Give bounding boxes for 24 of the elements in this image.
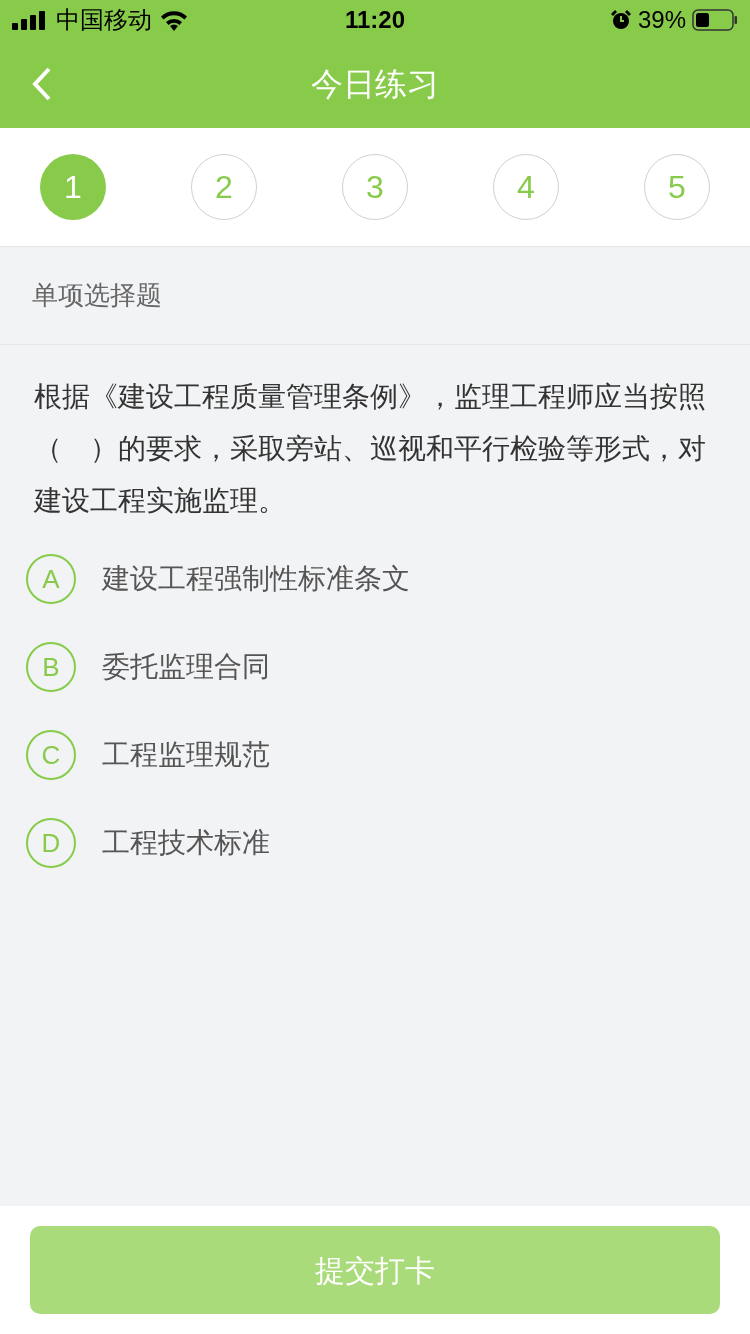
carrier-name: 中国移动 bbox=[56, 5, 152, 35]
question-number-tab[interactable]: 2 bbox=[191, 154, 257, 220]
clock-time: 11:20 bbox=[344, 5, 406, 35]
option-text[interactable]: 工程技术标准 bbox=[102, 822, 270, 864]
signal-icon bbox=[12, 10, 48, 30]
battery-icon bbox=[692, 9, 738, 31]
question-type: 单项选择题 bbox=[32, 279, 162, 312]
option-letter[interactable]: B bbox=[26, 642, 76, 692]
question-number-tab[interactable]: 5 bbox=[644, 154, 710, 220]
question-number-tab[interactable]: 1 bbox=[40, 154, 106, 220]
option-letter[interactable]: A bbox=[26, 554, 76, 604]
alarm-icon bbox=[609, 9, 632, 31]
option-text[interactable]: 委托监理合同 bbox=[102, 646, 270, 688]
question-text: 根据《建设工程质量管理条例》，监理工程师应当按照（ ）的要求，采取旁站、巡视和平行检验等形式，对建设工程实施监理。 bbox=[32, 380, 707, 518]
question-number-tab[interactable]: 4 bbox=[493, 154, 559, 220]
option-letter[interactable]: D bbox=[26, 818, 76, 868]
question-number-tab[interactable]: 3 bbox=[342, 154, 408, 220]
option-text[interactable]: 工程监理规范 bbox=[102, 734, 270, 776]
battery-percent: 39% bbox=[637, 5, 686, 35]
page-title: 今日练习 bbox=[311, 66, 439, 102]
back-icon bbox=[32, 67, 52, 101]
option-text[interactable]: 建设工程强制性标准条文 bbox=[102, 558, 410, 600]
wifi-icon bbox=[160, 9, 188, 31]
option-letter[interactable]: C bbox=[26, 730, 76, 780]
